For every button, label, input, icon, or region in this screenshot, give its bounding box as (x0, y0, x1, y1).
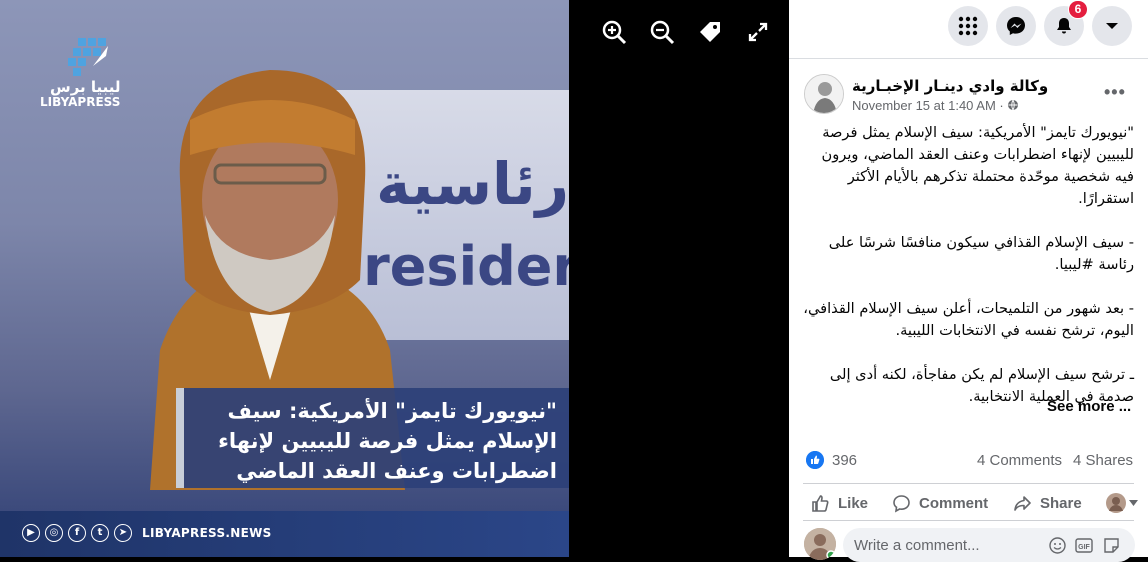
instagram-icon: ◎ (45, 524, 63, 542)
thumbs-up-icon (812, 494, 829, 512)
gif-icon[interactable]: GIF (1075, 537, 1093, 554)
caption-box: "نيويورك تايمز" الأمريكية: سيف الإسلام ي… (176, 388, 569, 488)
see-more-link[interactable]: See more ... (1047, 398, 1131, 415)
image-footer: ▶ ◎ f t ➤ LIBYAPRESS.NEWS (0, 511, 569, 557)
page-name[interactable]: وكالة وادي دينـار الإخبـارية (852, 77, 1048, 95)
post-paragraph: - سيف الإسلام القذافي سيكون منافسًا شرسً… (828, 234, 1134, 273)
post-text: "نيويورك تايمز" الأمريكية: سيف الإسلام ي… (803, 122, 1134, 430)
social-icons: ▶ ◎ f t ➤ (22, 524, 132, 542)
divider (803, 483, 1134, 484)
logo-arabic-text: ليبيا برس (50, 78, 121, 96)
current-user-avatar[interactable] (804, 528, 836, 560)
comment-button[interactable]: Comment (892, 490, 988, 516)
top-bar: 6 (789, 0, 1148, 52)
divider (789, 58, 1148, 59)
messenger-icon[interactable] (996, 6, 1036, 46)
svg-text:GIF: GIF (1078, 544, 1090, 551)
reaction-as-selector[interactable] (1106, 490, 1138, 516)
photo-viewer: رئاسية Presider "نيويورك تايمز" الأمريكي… (0, 0, 789, 557)
post-paragraph: - بعد شهور من التلميحات، أعلن سيف الإسلا… (803, 300, 1134, 339)
page-avatar[interactable] (804, 74, 844, 114)
like-count[interactable]: 396 (832, 452, 857, 469)
youtube-icon: ▶ (22, 524, 40, 542)
tag-icon[interactable] (696, 18, 724, 46)
shares-count[interactable]: 4 Shares (1073, 452, 1133, 469)
like-label: Like (838, 494, 869, 512)
zoom-in-icon[interactable] (600, 18, 628, 46)
share-icon (1014, 495, 1031, 511)
sticker-icon[interactable] (1103, 537, 1120, 554)
twitter-icon: t (91, 524, 109, 542)
zoom-out-icon[interactable] (648, 18, 676, 46)
comment-label: Comment (919, 494, 989, 512)
like-button[interactable]: Like (811, 490, 868, 516)
chevron-down-icon (1129, 500, 1138, 506)
globe-icon (1008, 99, 1019, 112)
comment-icon (893, 494, 910, 512)
more-options-icon[interactable]: ••• (1104, 82, 1126, 103)
emoji-icon[interactable] (1049, 537, 1066, 554)
profile-avatar-icon (1106, 493, 1126, 513)
comment-placeholder: Write a comment... (854, 537, 980, 554)
post-timestamp[interactable]: November 15 at 1:40 AM · (852, 98, 1019, 113)
post-time-text: November 15 at 1:40 AM · (852, 98, 1004, 113)
facebook-icon: f (68, 524, 86, 542)
comments-count[interactable]: 4 Comments (977, 452, 1062, 469)
logo-english-text: LIBYAPRESS (40, 95, 121, 109)
bell-icon (1057, 18, 1071, 34)
post-panel: 6 وكالة وادي دينـار الإخبـارية November … (789, 0, 1148, 562)
site-url: LIBYAPRESS.NEWS (142, 526, 272, 540)
share-label: Share (1040, 494, 1082, 512)
post-paragraph: "نيويورك تايمز" الأمريكية: سيف الإسلام ي… (821, 124, 1134, 207)
divider (803, 520, 1134, 521)
menu-grid-icon[interactable] (948, 6, 988, 46)
post-stats: 396 4 Comments 4 Shares (789, 450, 1148, 474)
telegram-icon: ➤ (114, 524, 132, 542)
account-dropdown-icon[interactable] (1092, 6, 1132, 46)
like-reaction-icon[interactable] (806, 451, 824, 469)
notifications-button[interactable]: 6 (1044, 0, 1088, 46)
notifications-badge: 6 (1068, 0, 1088, 19)
fullscreen-icon[interactable] (744, 18, 772, 46)
image-caption: "نيويورك تايمز" الأمريكية: سيف الإسلام ي… (218, 399, 557, 483)
post-photo[interactable]: رئاسية Presider "نيويورك تايمز" الأمريكي… (0, 0, 569, 557)
share-button[interactable]: Share (1013, 490, 1082, 516)
post-actions: Like Comment Share (789, 488, 1148, 518)
post-header: وكالة وادي دينـار الإخبـارية November 15… (789, 70, 1148, 120)
